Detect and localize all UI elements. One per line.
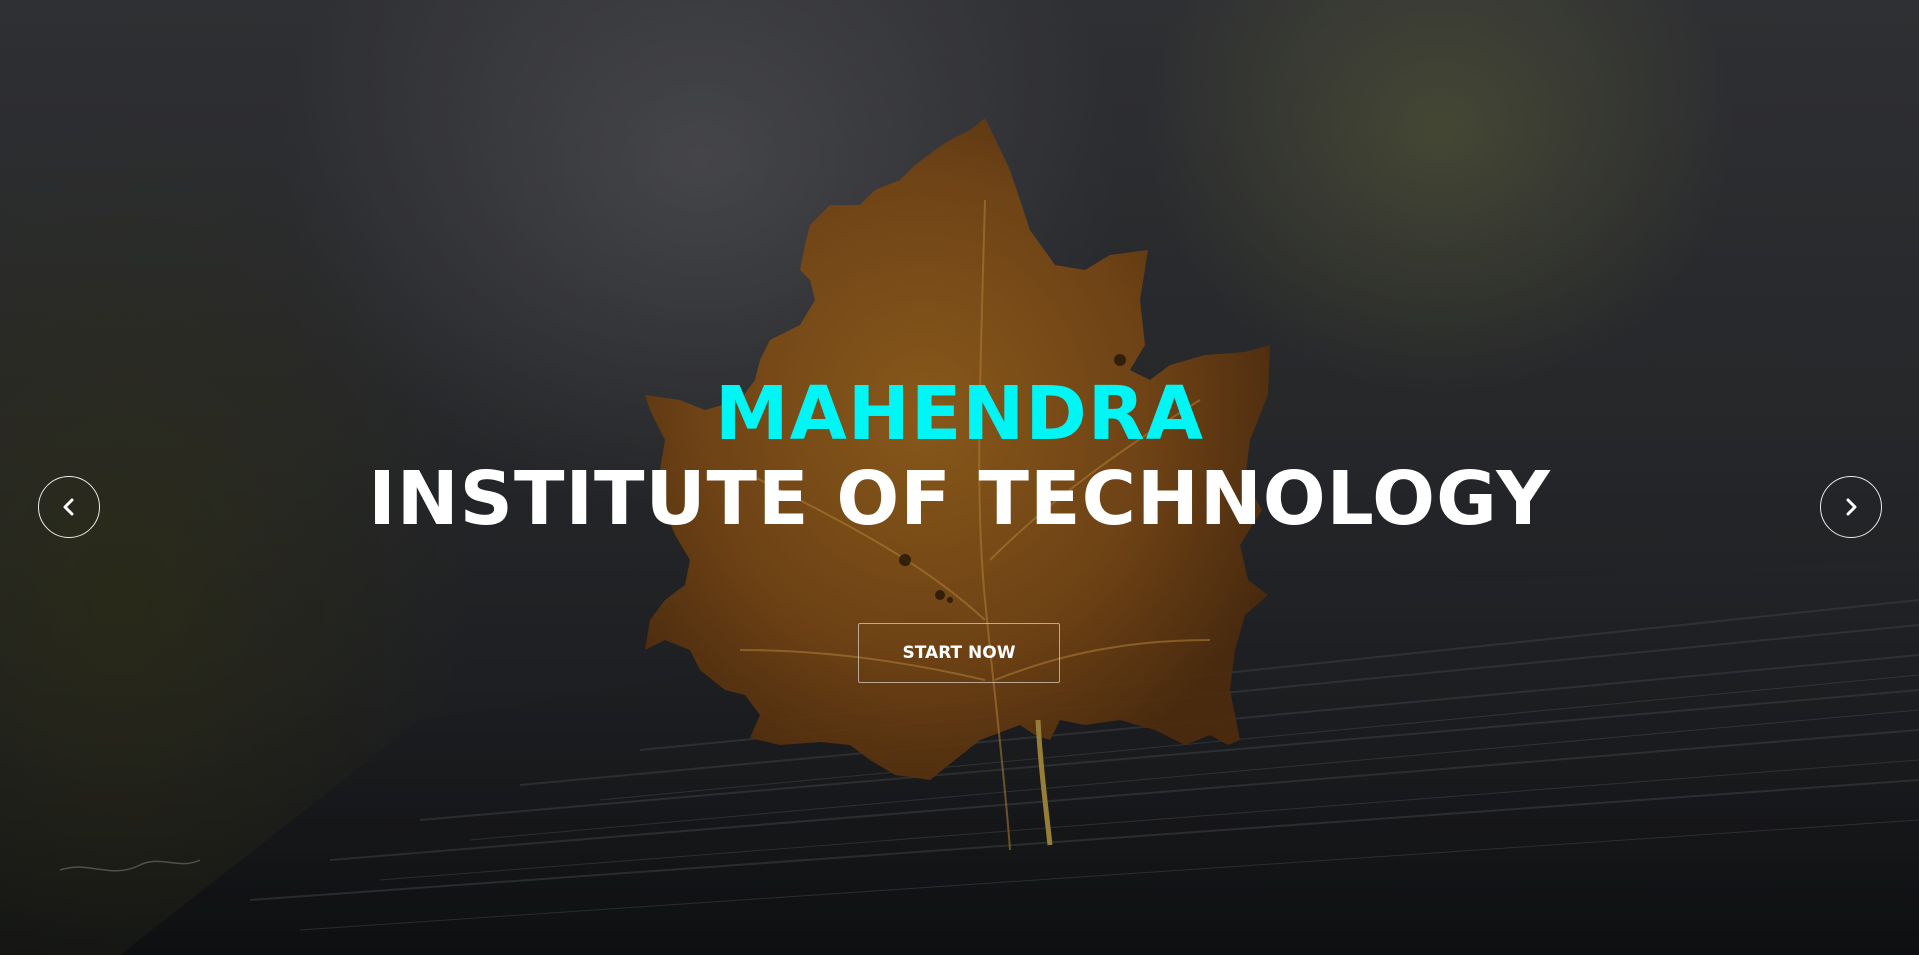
hero-title-primary: MAHENDRA bbox=[715, 371, 1204, 457]
carousel-prev-button[interactable] bbox=[38, 476, 100, 538]
start-now-button[interactable]: START NOW bbox=[858, 623, 1060, 683]
chevron-right-icon bbox=[1846, 498, 1857, 516]
hero-title-secondary: INSTITUTE OF TECHNOLOGY bbox=[368, 456, 1551, 542]
carousel-next-button[interactable] bbox=[1820, 476, 1882, 538]
chevron-left-icon bbox=[63, 498, 74, 516]
hero-content: MAHENDRA INSTITUTE OF TECHNOLOGY bbox=[0, 370, 1919, 540]
hero-slider: MAHENDRA INSTITUTE OF TECHNOLOGY START N… bbox=[0, 0, 1919, 955]
